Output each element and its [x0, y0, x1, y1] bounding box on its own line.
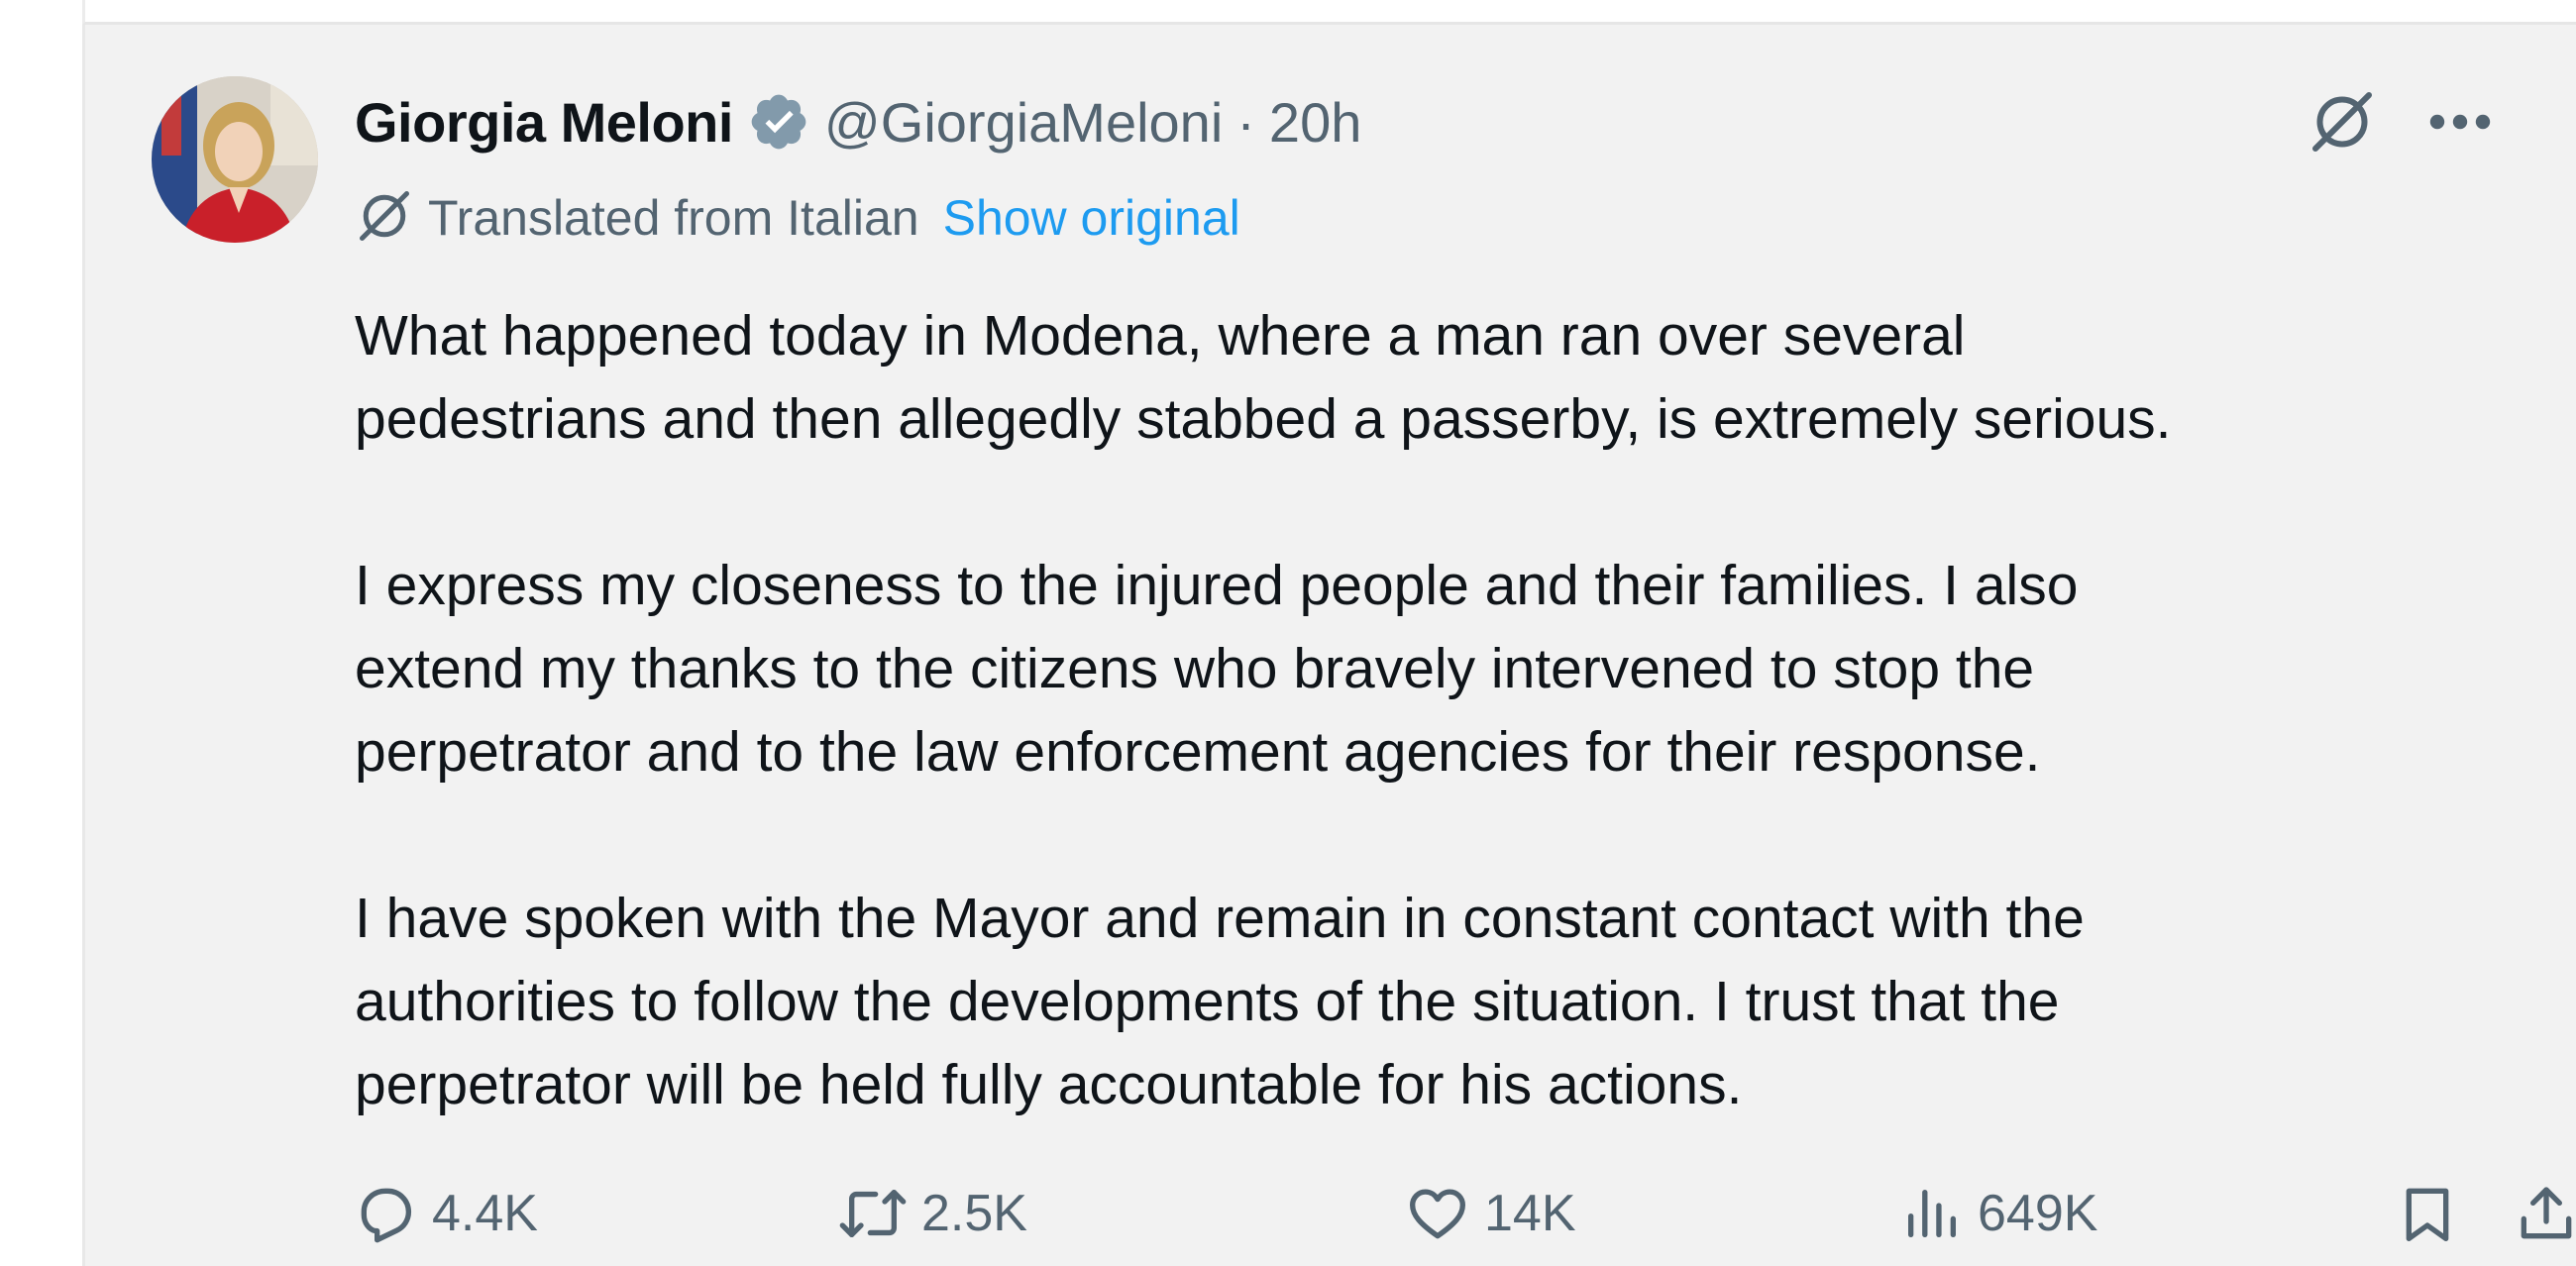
- tweet-header: Giorgia Meloni @GiorgiaMeloni · 20h: [355, 82, 1361, 161]
- translated-label: Translated from Italian: [428, 190, 919, 246]
- verified-badge-icon[interactable]: [747, 90, 810, 154]
- tweet-paragraph: What happened today in Modena, where a m…: [355, 304, 2172, 451]
- page: Giorgia Meloni @GiorgiaMeloni · 20h Tran…: [0, 0, 2576, 1266]
- tweet-paragraph: I have spoken with the Mayor and remain …: [355, 887, 2085, 1116]
- action-bar: 4.4K 2.5K 14K 649K: [355, 1174, 2576, 1253]
- heart-icon: [1405, 1182, 1470, 1245]
- reply-count: 4.4K: [432, 1185, 538, 1242]
- author-name[interactable]: Giorgia Meloni: [355, 90, 733, 155]
- share-button[interactable]: [2515, 1174, 2576, 1253]
- tweet-paragraph: I express my closeness to the injured pe…: [355, 554, 2079, 784]
- views-count: 649K: [1978, 1185, 2098, 1242]
- more-icon[interactable]: [2425, 84, 2495, 159]
- separator-dot: ·: [1236, 90, 1255, 154]
- show-original-link[interactable]: Show original: [943, 189, 1240, 247]
- header-actions: [2305, 82, 2495, 161]
- views-button[interactable]: 649K: [1900, 1174, 2097, 1253]
- bookmark-button[interactable]: [2396, 1174, 2459, 1253]
- grok-translate-icon: [355, 186, 414, 251]
- translation-notice: Translated from Italian Show original: [355, 183, 1240, 253]
- tweet[interactable]: Giorgia Meloni @GiorgiaMeloni · 20h Tran…: [82, 25, 2576, 1266]
- avatar-image: [152, 76, 318, 243]
- reply-icon: [355, 1182, 418, 1245]
- views-chart-icon: [1900, 1182, 1964, 1245]
- repost-icon: [838, 1182, 908, 1245]
- previous-tweet-edge: [82, 0, 2576, 25]
- author-handle[interactable]: @GiorgiaMeloni: [824, 90, 1223, 155]
- timestamp[interactable]: 20h: [1269, 90, 1361, 155]
- avatar[interactable]: [152, 76, 318, 243]
- repost-count: 2.5K: [921, 1185, 1027, 1242]
- reply-button[interactable]: 4.4K: [355, 1174, 538, 1253]
- share-icon: [2515, 1180, 2576, 1247]
- repost-button[interactable]: 2.5K: [838, 1174, 1027, 1253]
- bookmark-icon: [2396, 1180, 2459, 1247]
- like-count: 14K: [1484, 1185, 1576, 1242]
- like-button[interactable]: 14K: [1405, 1174, 1576, 1253]
- tweet-text: What happened today in Modena, where a m…: [355, 294, 2534, 1126]
- grok-icon[interactable]: [2305, 84, 2380, 159]
